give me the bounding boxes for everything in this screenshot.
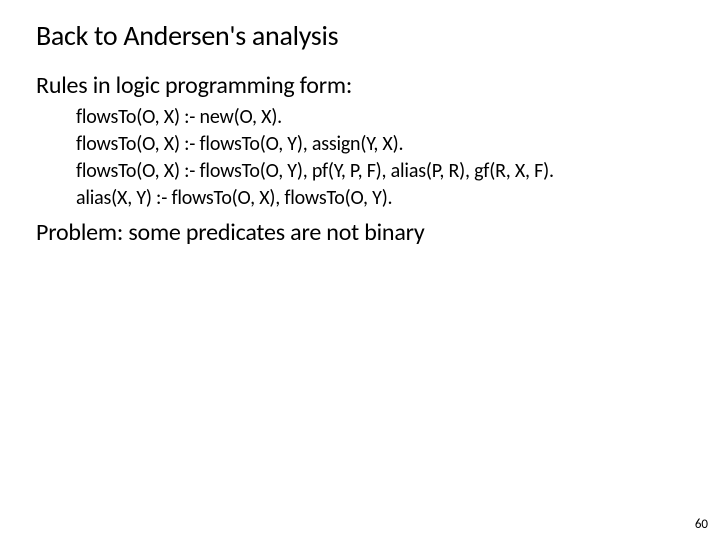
rules-block: flowsTo(O, X) :- new(O, X). flowsTo(O, X… — [76, 104, 684, 212]
page-number: 60 — [695, 517, 708, 532]
rule-line: alias(X, Y) :- flowsTo(O, X), flowsTo(O,… — [76, 185, 684, 212]
problem-statement: Problem: some predicates are not binary — [36, 218, 684, 247]
rule-line: flowsTo(O, X) :- new(O, X). — [76, 104, 684, 131]
rules-subtitle: Rules in logic programming form: — [36, 71, 684, 100]
rule-line: flowsTo(O, X) :- flowsTo(O, Y), pf(Y, P,… — [76, 158, 684, 185]
slide-title: Back to Andersen's analysis — [36, 18, 684, 53]
slide: Back to Andersen's analysis Rules in log… — [0, 0, 720, 540]
rule-line: flowsTo(O, X) :- flowsTo(O, Y), assign(Y… — [76, 131, 684, 158]
